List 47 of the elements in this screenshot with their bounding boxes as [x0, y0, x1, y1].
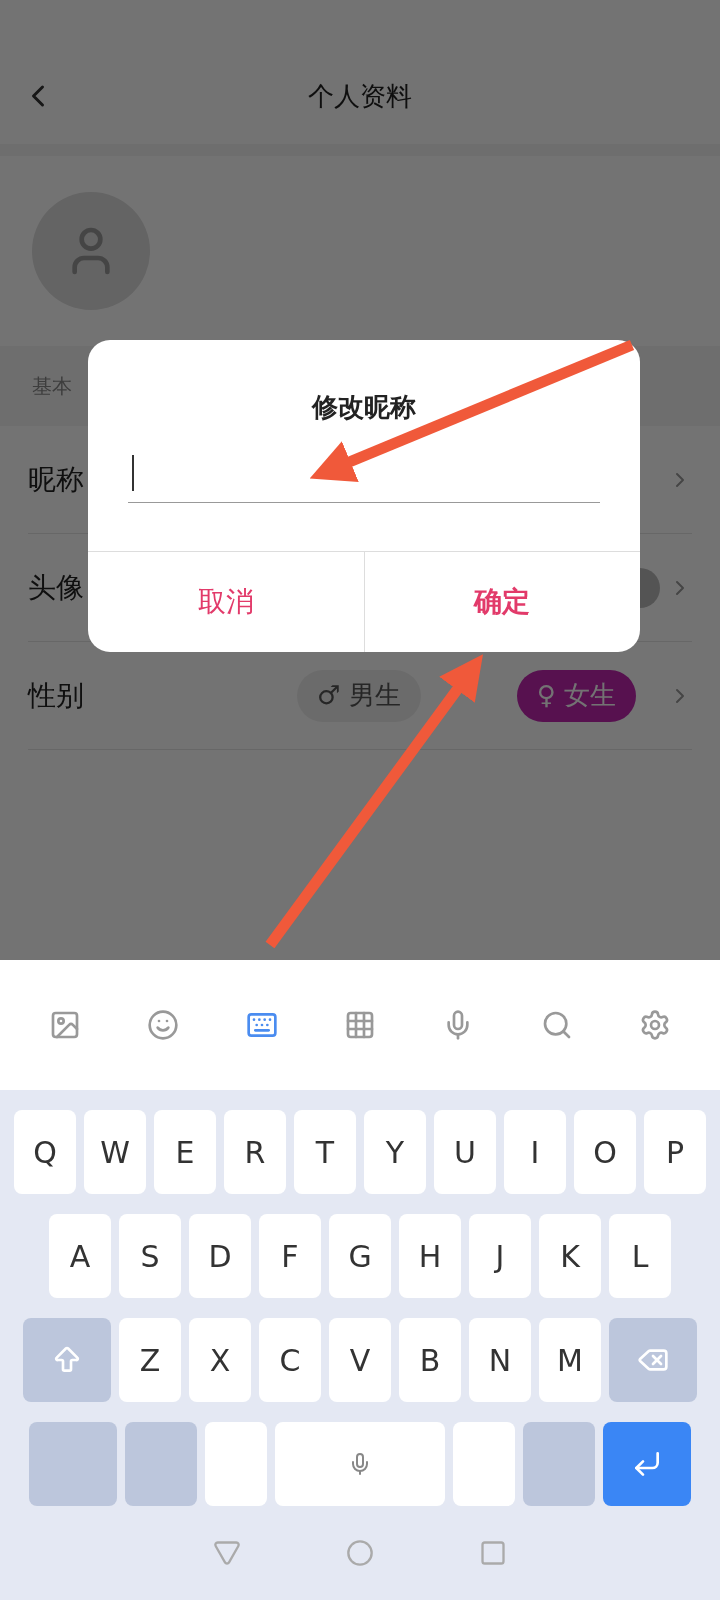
letter-key[interactable]: J: [469, 1214, 531, 1298]
language-key[interactable]: [523, 1422, 595, 1506]
letter-key[interactable]: C: [259, 1318, 321, 1402]
row-label: 性别: [28, 677, 84, 714]
letter-key[interactable]: Z: [119, 1318, 181, 1402]
letter-key[interactable]: V: [329, 1318, 391, 1402]
letter-key[interactable]: Q: [14, 1110, 76, 1194]
letter-key[interactable]: G: [329, 1214, 391, 1298]
letter-key[interactable]: I: [504, 1110, 566, 1194]
letter-key[interactable]: E: [154, 1110, 216, 1194]
recents-nav-icon[interactable]: [479, 1539, 508, 1567]
letter-key[interactable]: R: [224, 1110, 286, 1194]
letter-key[interactable]: T: [294, 1110, 356, 1194]
dialog-title: 修改昵称: [312, 391, 416, 424]
letter-key[interactable]: K: [539, 1214, 601, 1298]
cancel-button[interactable]: 取消: [88, 552, 364, 652]
backspace-key[interactable]: [609, 1318, 697, 1402]
letter-key[interactable]: N: [469, 1318, 531, 1402]
toolbar-icon[interactable]: [344, 1009, 376, 1041]
letter-key[interactable]: L: [609, 1214, 671, 1298]
space-key[interactable]: [275, 1422, 445, 1506]
shift-key[interactable]: [23, 1318, 111, 1402]
letter-key[interactable]: H: [399, 1214, 461, 1298]
home-nav-icon[interactable]: [346, 1539, 374, 1567]
letter-key[interactable]: Y: [364, 1110, 426, 1194]
comma-key[interactable]: [205, 1422, 267, 1506]
symbols-key[interactable]: [29, 1422, 117, 1506]
letter-key[interactable]: O: [574, 1110, 636, 1194]
letter-key[interactable]: D: [189, 1214, 251, 1298]
numbers-key[interactable]: [125, 1422, 197, 1506]
letter-key[interactable]: B: [399, 1318, 461, 1402]
letter-key[interactable]: U: [434, 1110, 496, 1194]
confirm-button[interactable]: 确定: [363, 552, 640, 652]
letter-key[interactable]: S: [119, 1214, 181, 1298]
letter-key[interactable]: W: [84, 1110, 146, 1194]
toolbar-icon[interactable]: [147, 1009, 180, 1041]
page-title: 个人资料: [308, 79, 412, 113]
back-nav-icon[interactable]: [212, 1539, 241, 1567]
row-label: 昵称: [28, 461, 84, 498]
letter-key[interactable]: P: [644, 1110, 706, 1194]
letter-key[interactable]: F: [259, 1214, 321, 1298]
letter-key[interactable]: A: [49, 1214, 111, 1298]
row-label: 头像: [28, 569, 84, 606]
period-key[interactable]: [453, 1422, 515, 1506]
letter-key[interactable]: X: [189, 1318, 251, 1402]
enter-key[interactable]: [603, 1422, 691, 1506]
letter-key[interactable]: M: [539, 1318, 601, 1402]
